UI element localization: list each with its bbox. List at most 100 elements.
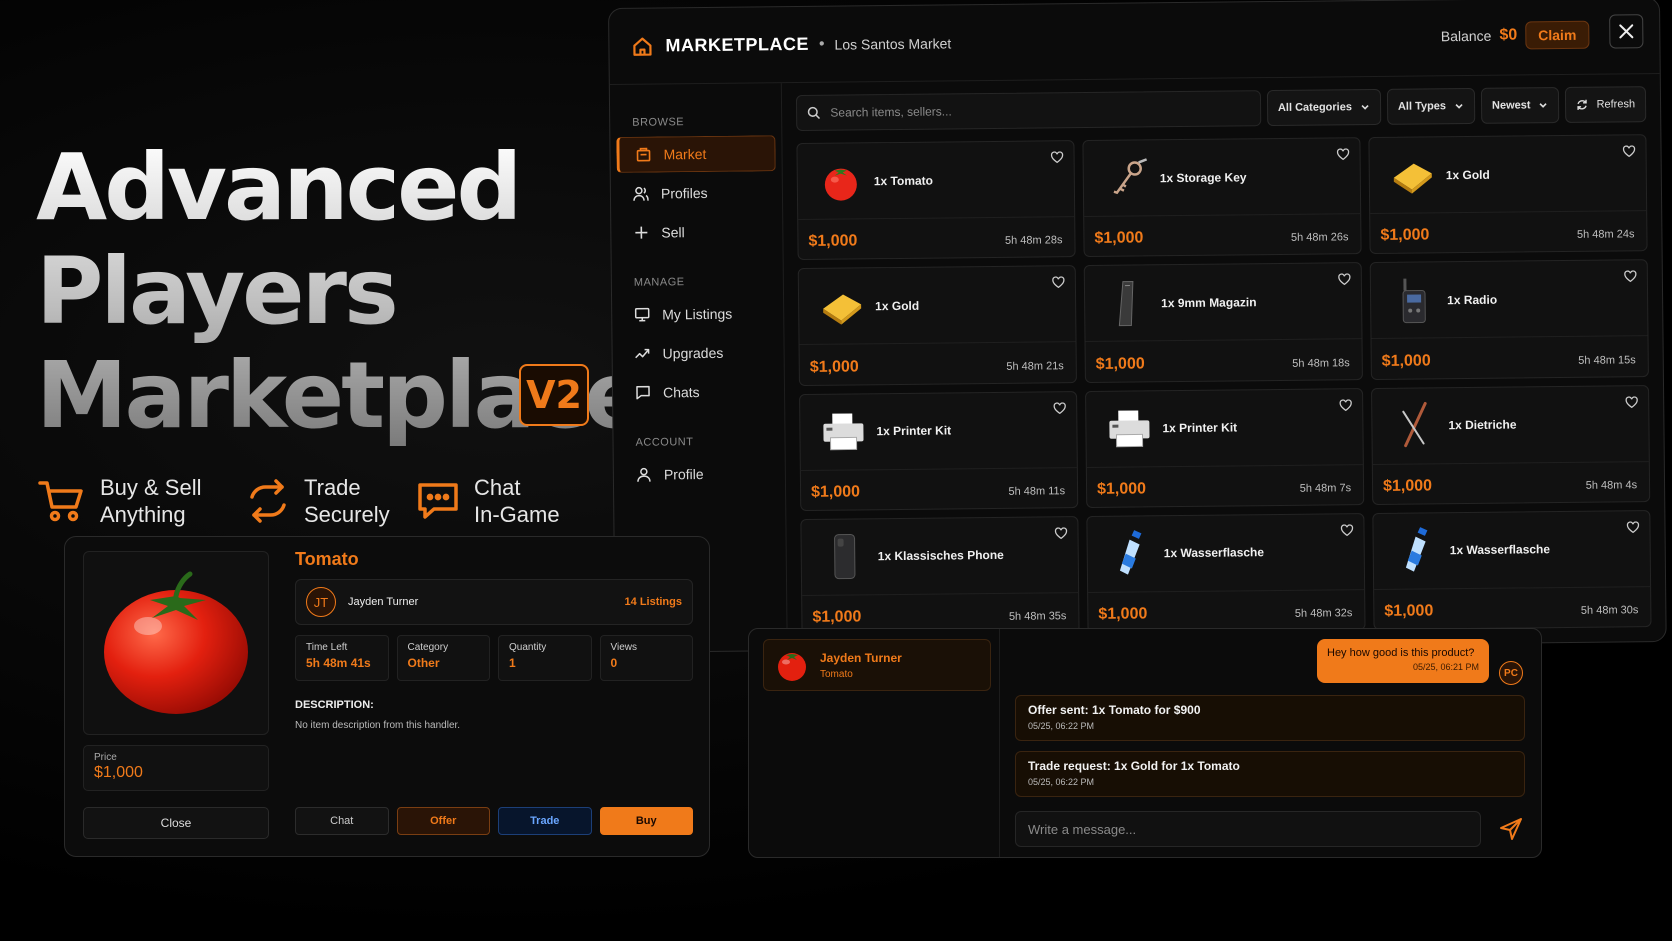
listing-card[interactable]: 1x Radio $1,000 5h 48m 15s [1369,259,1649,380]
buy-button[interactable]: Buy [599,807,693,835]
heart-icon[interactable] [1336,148,1350,161]
message-box[interactable] [1015,811,1481,847]
users-icon [633,186,649,201]
stat-quantity: Quantity 1 [498,635,592,681]
sidebar-item-chats[interactable]: Chats [619,373,778,411]
listing-card[interactable]: 1x Printer Kit $1,000 5h 48m 11s [799,390,1079,511]
system-message-offer: Offer sent: 1x Tomato for $900 05/25, 06… [1015,695,1525,741]
listing-grid: 1x Tomato $1,000 5h 48m 28s 1x Storage Ke… [796,134,1652,637]
heart-icon[interactable] [1339,398,1352,411]
balance-value: $0 [1499,26,1518,44]
heart-icon[interactable] [1625,395,1638,408]
search-input[interactable] [830,101,1261,120]
offer-button[interactable]: Offer [396,807,490,835]
close-icon [1619,24,1634,39]
listing-name: 1x Wasserflasche [1163,545,1265,561]
listing-time: 5h 48m 18s [1292,356,1350,370]
seller-listings-count[interactable]: 14 Listings [625,596,682,608]
claim-button[interactable]: Claim [1525,20,1590,50]
key-icon [1104,155,1150,201]
listing-name: 1x Radio [1447,292,1498,308]
heart-icon[interactable] [1053,401,1066,414]
printer-icon [820,408,866,454]
listing-card[interactable]: 1x Tomato $1,000 5h 48m 28s [796,140,1076,261]
marketplace-window: MARKETPLACE • Los Santos Market Balance … [608,0,1667,653]
listing-card[interactable]: 1x Wasserflasche $1,000 5h 48m 32s [1086,512,1366,634]
trend-icon [635,348,650,359]
balance-label: Balance [1440,27,1492,45]
listing-time: 5h 48m 28s [1004,234,1063,248]
heart-icon[interactable] [1052,276,1065,289]
sidebar-header-browse: BROWSE [632,116,685,129]
water-bottle-icon [1108,530,1154,577]
conversation-item[interactable]: Jayden Turner Tomato [763,639,991,691]
cart-icon [38,481,83,522]
trade-button[interactable]: Trade [498,807,592,835]
filter-bar: All Categories All Types Newest Refresh [795,86,1647,132]
sort-dropdown[interactable]: Newest [1480,87,1560,124]
listing-time: 5h 48m 15s [1578,353,1636,367]
listing-time: 5h 48m 35s [1008,610,1067,623]
listing-card[interactable]: 1x Printer Kit $1,000 5h 48m 7s [1085,387,1365,508]
seller-row[interactable]: JT Jayden Turner 14 Listings [295,579,693,625]
window-title: MARKETPLACE [665,33,809,56]
heart-icon[interactable] [1338,273,1351,286]
close-button[interactable]: Close [83,807,269,839]
listing-card[interactable]: 1x Gold $1,000 5h 48m 21s [797,265,1077,386]
sidebar-item-market[interactable]: Market [616,135,776,173]
dropdown-label: All Categories [1277,101,1352,114]
listing-card[interactable]: 1x Storage Key $1,000 5h 48m 26s [1082,137,1362,258]
listing-card[interactable]: 1x Klassisches Phone $1,000 5h 48m 35s [800,515,1080,637]
tomato-icon [778,653,806,681]
heart-icon[interactable] [1054,527,1068,539]
listing-card[interactable]: 1x Wasserflasche $1,000 5h 48m 30s [1372,509,1652,631]
dropdown-label: Newest [1491,99,1531,112]
chat-button[interactable]: Chat [295,807,389,835]
title-separator: • [818,35,825,53]
system-message-date: 05/25, 06:22 PM [1028,721,1095,731]
refresh-icon [1577,99,1588,110]
phone-icon [822,534,868,580]
send-icon[interactable] [1499,817,1523,841]
chevron-down-icon [1455,104,1463,109]
message-date: 05/25, 06:21 PM [1412,662,1479,672]
heart-icon[interactable] [1626,521,1640,533]
home-icon[interactable] [631,35,653,57]
stage: Advanced Players Marketplace V2 Buy & Se… [0,0,1672,941]
heart-icon[interactable] [1622,145,1636,158]
heart-icon[interactable] [1340,524,1354,536]
close-window-button[interactable] [1609,14,1644,49]
listing-time: 5h 48m 21s [1006,359,1064,373]
heart-icon[interactable] [1050,151,1064,164]
listing-price: $1,000 [812,608,862,626]
type-dropdown[interactable]: All Types [1386,87,1476,125]
sidebar-item-my-listings[interactable]: My Listings [618,295,777,333]
gold-bar-icon [819,283,865,329]
sidebar-item-profiles[interactable]: Profiles [617,174,776,212]
feature-chat: Chat In-Game [416,474,560,528]
stat-value: 1 [509,656,516,670]
listing-name: 1x Gold [875,298,920,313]
chat-bubble-icon [418,483,458,519]
search-box[interactable] [795,90,1262,132]
item-stats: Time Left 5h 48m 41s Category Other Quanti… [295,635,693,681]
listing-name: 1x 9mm Magazin [1161,295,1257,311]
refresh-button[interactable]: Refresh [1565,86,1647,123]
listing-card[interactable]: 1x Dietriche $1,000 5h 48m 4s [1371,384,1651,505]
sidebar-item-sell[interactable]: Sell [617,213,776,251]
tomato-icon [104,571,248,714]
message-input[interactable] [1028,821,1480,837]
seller-name: Jayden Turner [348,596,419,608]
stat-label: Category [407,642,449,653]
heart-icon[interactable] [1624,270,1637,283]
dropdown-label: All Types [1397,100,1447,113]
water-bottle-icon [1393,527,1439,574]
listing-card[interactable]: 1x Gold $1,000 5h 48m 24s [1368,134,1648,255]
price-label: Price [94,752,117,763]
category-dropdown[interactable]: All Categories [1266,88,1382,127]
monitor-icon [634,307,650,322]
avatar: PC [1499,661,1523,685]
listing-card[interactable]: 1x 9mm Magazin $1,000 5h 48m 18s [1083,262,1363,383]
sidebar-item-profile[interactable]: Profile [620,455,779,493]
sidebar-item-upgrades[interactable]: Upgrades [618,334,777,372]
